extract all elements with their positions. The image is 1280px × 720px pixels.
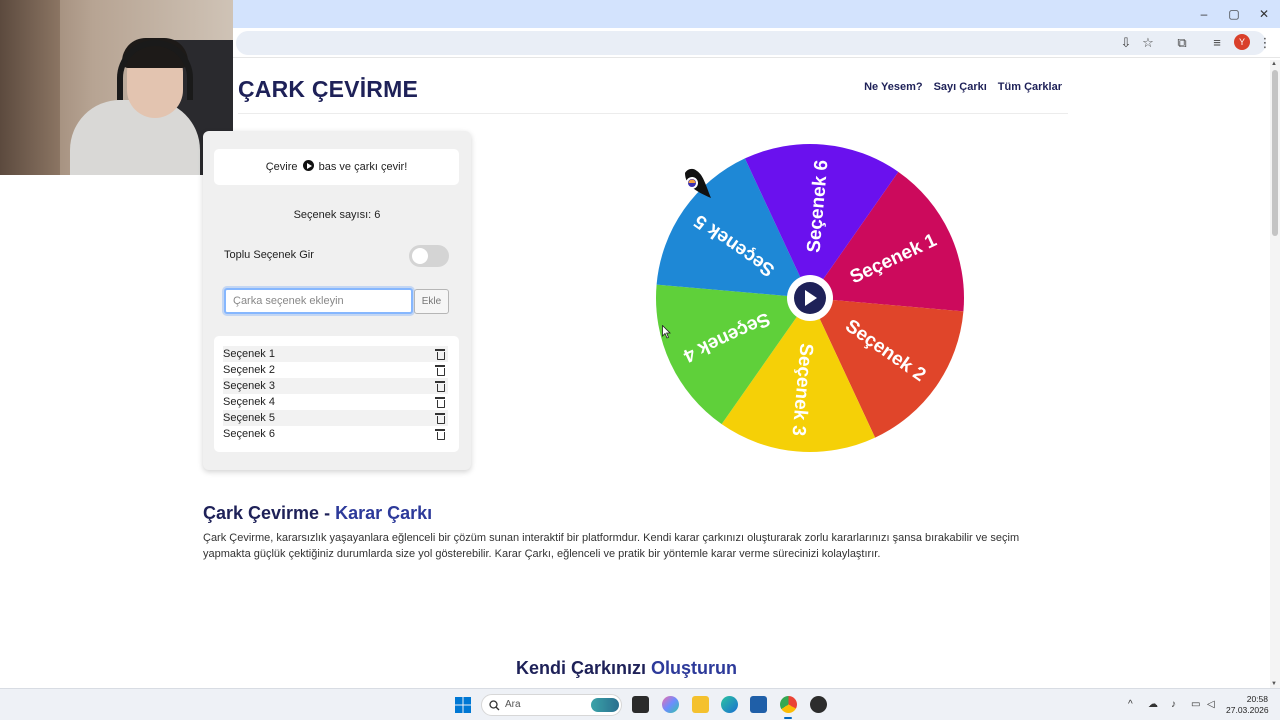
- option-label: Seçenek 4: [223, 396, 275, 408]
- option-label: Seçenek 2: [223, 364, 275, 376]
- store-icon[interactable]: [750, 696, 767, 713]
- chrome-icon[interactable]: [780, 696, 797, 713]
- spin-button[interactable]: [787, 275, 833, 321]
- taskbar-clock[interactable]: 20:58 27.03.2026: [1226, 694, 1269, 716]
- trash-icon[interactable]: [435, 349, 445, 360]
- trash-icon[interactable]: [435, 397, 445, 408]
- mouse-cursor-icon: [662, 325, 671, 339]
- edge-icon[interactable]: [721, 696, 738, 713]
- site-logo[interactable]: ÇARK ÇEVİRME: [238, 76, 418, 103]
- spin-hint-suffix: bas ve çarkı çevir!: [318, 161, 408, 173]
- webcam-overlay: [0, 0, 233, 175]
- about-title-main: Çark Çevirme -: [203, 503, 336, 523]
- trash-icon[interactable]: [435, 429, 445, 440]
- address-bar[interactable]: [236, 31, 1266, 55]
- scroll-thumb[interactable]: [1272, 70, 1278, 236]
- option-label: Seçenek 6: [223, 428, 275, 440]
- nav-ne-yesem[interactable]: Ne Yesem?: [864, 81, 923, 93]
- network-icon[interactable]: ▭: [1191, 699, 1200, 710]
- search-icon: [489, 700, 500, 711]
- play-icon: [302, 160, 314, 171]
- install-app-icon[interactable]: ⇩: [1117, 34, 1135, 52]
- onedrive-icon[interactable]: ☁: [1148, 699, 1158, 710]
- maximize-button[interactable]: ▢: [1219, 4, 1249, 24]
- scroll-down-icon[interactable]: ▼: [1271, 681, 1277, 687]
- webcam-curtain: [0, 0, 60, 175]
- trash-icon[interactable]: [435, 381, 445, 392]
- list-item: Seçenek 1: [223, 346, 448, 362]
- spin-wheel[interactable]: Seçenek 1Seçenek 2Seçenek 3Seçenek 4Seçe…: [655, 143, 965, 453]
- search-highlight-icon: [591, 698, 619, 712]
- browser-menu-icon[interactable]: ⋮: [1256, 34, 1274, 52]
- option-list: Seçenek 1 Seçenek 2 Seçenek 3 Seçenek 4 …: [214, 336, 459, 452]
- windows-start-icon[interactable]: [455, 697, 471, 713]
- list-item: Seçenek 2: [223, 362, 448, 378]
- minimize-button[interactable]: –: [1189, 4, 1219, 24]
- bulk-entry-toggle[interactable]: [409, 245, 449, 267]
- nav-sayi-carki[interactable]: Sayı Çarkı: [934, 81, 987, 93]
- option-label: Seçenek 5: [223, 412, 275, 424]
- bulk-entry-label: Toplu Seçenek Gir: [224, 249, 314, 261]
- file-explorer-icon[interactable]: [692, 696, 709, 713]
- list-item: Seçenek 5: [223, 410, 448, 426]
- about-title: Çark Çevirme - Karar Çarkı: [203, 503, 432, 524]
- site-header: ÇARK ÇEVİRME Ne Yesem? Sayı Çarkı Tüm Ça…: [238, 70, 1068, 114]
- list-item: Seçenek 4: [223, 394, 448, 410]
- clock-date: 27.03.2026: [1226, 705, 1269, 715]
- media-control-icon[interactable]: ≡: [1208, 34, 1226, 52]
- webcam-person-body: [70, 100, 200, 175]
- microphone-icon[interactable]: ♪: [1171, 699, 1176, 710]
- taskbar: Ara ^ ☁ ♪ ▭ ◁ 20:58 27.03.2026: [0, 688, 1280, 720]
- wheel-control-panel: Çevire bas ve çarkı çevir! Seçenek sayıs…: [203, 131, 471, 470]
- tray-overflow-icon[interactable]: ^: [1128, 699, 1133, 710]
- option-input[interactable]: [224, 288, 413, 314]
- list-item: Seçenek 3: [223, 378, 448, 394]
- nav-tum-carklar[interactable]: Tüm Çarklar: [998, 81, 1062, 93]
- close-window-button[interactable]: ✕: [1249, 4, 1279, 24]
- add-option-button[interactable]: Ekle: [414, 289, 449, 314]
- option-count: Seçenek sayısı: 6: [293, 209, 381, 221]
- trash-icon[interactable]: [435, 365, 445, 376]
- spin-hint: Çevire bas ve çarkı çevir!: [214, 149, 459, 185]
- main-nav: Ne Yesem? Sayı Çarkı Tüm Çarklar: [864, 81, 1062, 93]
- profile-avatar[interactable]: Y: [1234, 34, 1250, 50]
- create-heading-accent: Oluşturun: [651, 658, 738, 678]
- about-title-accent: Karar Çarkı: [335, 503, 433, 523]
- volume-icon[interactable]: ◁: [1207, 699, 1215, 710]
- active-app-indicator: [784, 717, 792, 719]
- search-label: Ara: [505, 699, 521, 710]
- scroll-up-icon[interactable]: ▲: [1271, 61, 1277, 67]
- option-label: Seçenek 3: [223, 380, 275, 392]
- trash-icon[interactable]: [435, 413, 445, 424]
- spin-hint-prefix: Çevire: [265, 161, 298, 173]
- extensions-icon[interactable]: ⧉: [1173, 34, 1191, 52]
- clock-time: 20:58: [1246, 694, 1268, 704]
- bookmark-star-icon[interactable]: ☆: [1139, 34, 1157, 52]
- copilot-icon[interactable]: [662, 696, 679, 713]
- about-text: Çark Çevirme, kararsızlık yaşayanlara eğ…: [203, 532, 1020, 560]
- recording-app-icon[interactable]: [810, 696, 827, 713]
- option-label: Seçenek 1: [223, 348, 275, 360]
- create-heading-main: Kendi Çarkınızı: [515, 658, 652, 678]
- page-scrollbar[interactable]: ▲ ▼: [1270, 60, 1280, 688]
- task-view-icon[interactable]: [632, 696, 649, 713]
- taskbar-search[interactable]: Ara: [481, 694, 622, 716]
- list-item: Seçenek 6: [223, 426, 448, 442]
- toggle-knob: [412, 248, 428, 264]
- create-wheel-heading: Kendi Çarkınızı Oluşturun: [0, 658, 1253, 679]
